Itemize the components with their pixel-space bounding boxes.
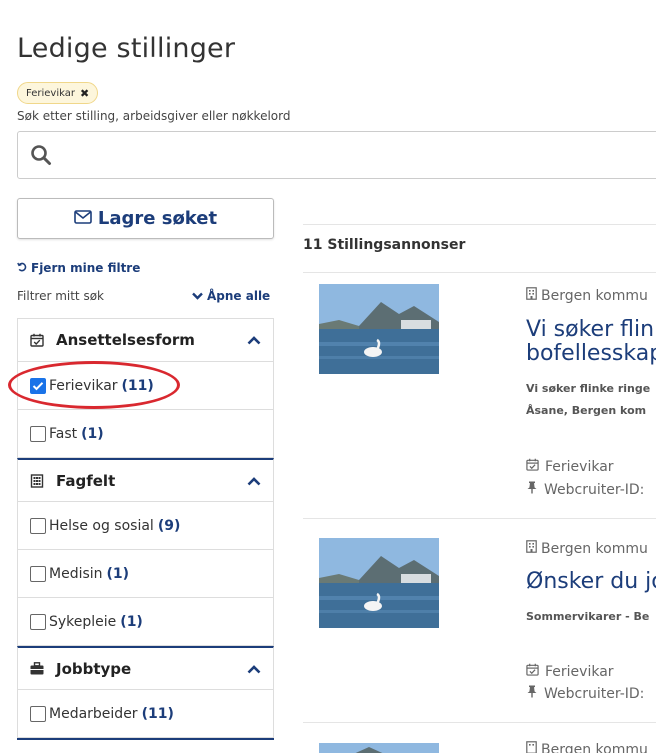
job-employment-label: Ferievikar bbox=[545, 458, 614, 475]
job-employer: Bergen kommu bbox=[526, 540, 648, 557]
active-filter-chip[interactable]: Ferievikar ✖ bbox=[17, 82, 99, 104]
checkbox[interactable] bbox=[30, 425, 46, 442]
job-card[interactable]: Bergen kommu bbox=[303, 722, 656, 753]
calendar-check-icon bbox=[526, 458, 539, 475]
facet-option-count: (9) bbox=[157, 517, 181, 534]
job-card[interactable]: Bergen kommu Vi søker flink bofellesskap… bbox=[303, 272, 656, 518]
facet-title: Ansettelsesform bbox=[56, 331, 195, 349]
job-webcruiter-id: Webcruiter-ID: bbox=[526, 481, 644, 498]
save-search-button[interactable]: Lagre søket bbox=[17, 198, 274, 239]
facet-title: Jobbtype bbox=[56, 659, 132, 678]
chevron-up-icon[interactable] bbox=[247, 660, 261, 678]
job-id-label: Webcruiter-ID: bbox=[544, 685, 645, 702]
filter-label: Filtrer mitt søk bbox=[17, 289, 104, 303]
search-input[interactable] bbox=[17, 131, 656, 179]
job-thumbnail bbox=[319, 741, 439, 753]
job-title-line: bofellesskap bbox=[526, 341, 656, 366]
facet-header-fagfelt[interactable]: Fagfelt bbox=[17, 458, 274, 502]
checkbox[interactable] bbox=[30, 613, 46, 630]
job-description: Sommervikarer - Be bbox=[526, 610, 650, 623]
facet-option-count: (1) bbox=[106, 565, 130, 582]
job-employment-type: Ferievikar bbox=[526, 663, 614, 680]
results-divider bbox=[303, 224, 656, 225]
open-all-label: Åpne alle bbox=[207, 289, 271, 303]
job-employer-name: Bergen kommu bbox=[541, 287, 648, 304]
facet-option-count: (1) bbox=[120, 613, 143, 630]
facet-option-sykepleie[interactable]: Sykepleie (1) bbox=[17, 598, 274, 646]
clear-filters-label: Fjern mine filtre bbox=[31, 261, 141, 275]
job-id-label: Webcruiter-ID: bbox=[544, 481, 645, 498]
job-thumbnail bbox=[319, 284, 439, 374]
building-icon bbox=[526, 741, 537, 753]
facet-option-medisin[interactable]: Medisin (1) bbox=[17, 550, 274, 598]
job-title-line: Ønsker du jo bbox=[526, 569, 656, 594]
pin-icon bbox=[526, 481, 538, 498]
job-employer-name: Bergen kommu bbox=[541, 741, 648, 753]
facets-end-line bbox=[17, 738, 274, 740]
job-card[interactable]: Bergen kommu Ønsker du jo Sommervikarer … bbox=[303, 518, 656, 722]
facet-option-label: Medarbeider bbox=[49, 705, 138, 722]
facet-option-label: Sykepleie bbox=[49, 613, 117, 630]
building-icon bbox=[526, 287, 537, 304]
pin-icon bbox=[526, 685, 538, 702]
active-filter-label: Ferievikar bbox=[26, 87, 75, 99]
job-title-link[interactable]: Ønsker du jo bbox=[526, 570, 656, 594]
chevron-up-icon[interactable] bbox=[247, 331, 261, 349]
facet-option-label: Fast bbox=[49, 425, 78, 442]
checkbox[interactable] bbox=[30, 517, 46, 534]
job-thumbnail bbox=[319, 538, 439, 628]
calendar-check-icon bbox=[30, 333, 46, 347]
envelope-icon bbox=[74, 208, 92, 229]
search-label: Søk etter stilling, arbeidsgiver eller n… bbox=[17, 109, 291, 123]
job-location: Åsane, Bergen kom bbox=[526, 404, 647, 417]
undo-icon bbox=[17, 261, 27, 275]
job-description: Vi søker flinke ringe bbox=[526, 382, 651, 395]
building-icon bbox=[526, 540, 537, 557]
job-employer-name: Bergen kommu bbox=[541, 540, 648, 557]
open-all-button[interactable]: Åpne alle bbox=[192, 289, 270, 303]
chevron-down-icon bbox=[192, 289, 203, 303]
checkbox[interactable] bbox=[30, 565, 46, 582]
save-search-label: Lagre søket bbox=[97, 208, 218, 229]
facet-option-medarbeider[interactable]: Medarbeider (11) bbox=[17, 690, 274, 738]
page-title: Ledige stillinger bbox=[17, 33, 236, 64]
search-icon bbox=[30, 144, 52, 170]
highlight-circle bbox=[8, 361, 180, 409]
facet-option-helse-og-sosial[interactable]: Helse og sosial (9) bbox=[17, 502, 274, 550]
checkbox[interactable] bbox=[30, 705, 46, 722]
facet-header-ansettelsesform[interactable]: Ansettelsesform bbox=[17, 318, 274, 362]
facet-title: Fagfelt bbox=[56, 471, 116, 490]
job-title-link[interactable]: Vi søker flink bofellesskap bbox=[526, 318, 656, 366]
building-icon bbox=[30, 473, 46, 488]
job-employer: Bergen kommu bbox=[526, 287, 648, 304]
close-icon[interactable]: ✖ bbox=[80, 87, 89, 100]
facet-option-count: (11) bbox=[141, 705, 174, 722]
job-title-line: Vi søker flink bbox=[526, 317, 656, 342]
clear-filters-link[interactable]: Fjern mine filtre bbox=[17, 261, 140, 275]
briefcase-icon bbox=[30, 662, 46, 675]
facet-option-count: (1) bbox=[81, 425, 104, 442]
facet-option-fast[interactable]: Fast (1) bbox=[17, 410, 274, 458]
job-webcruiter-id: Webcruiter-ID: bbox=[526, 685, 644, 702]
facet-header-jobbtype[interactable]: Jobbtype bbox=[17, 646, 274, 690]
chevron-up-icon[interactable] bbox=[247, 472, 261, 490]
job-employment-label: Ferievikar bbox=[545, 663, 614, 680]
facet-option-label: Helse og sosial bbox=[49, 517, 154, 534]
facet-option-label: Medisin bbox=[49, 565, 103, 582]
job-employment-type: Ferievikar bbox=[526, 458, 614, 475]
results-count: 11 Stillingsannonser bbox=[303, 237, 466, 253]
calendar-check-icon bbox=[526, 663, 539, 680]
job-employer: Bergen kommu bbox=[526, 741, 648, 753]
